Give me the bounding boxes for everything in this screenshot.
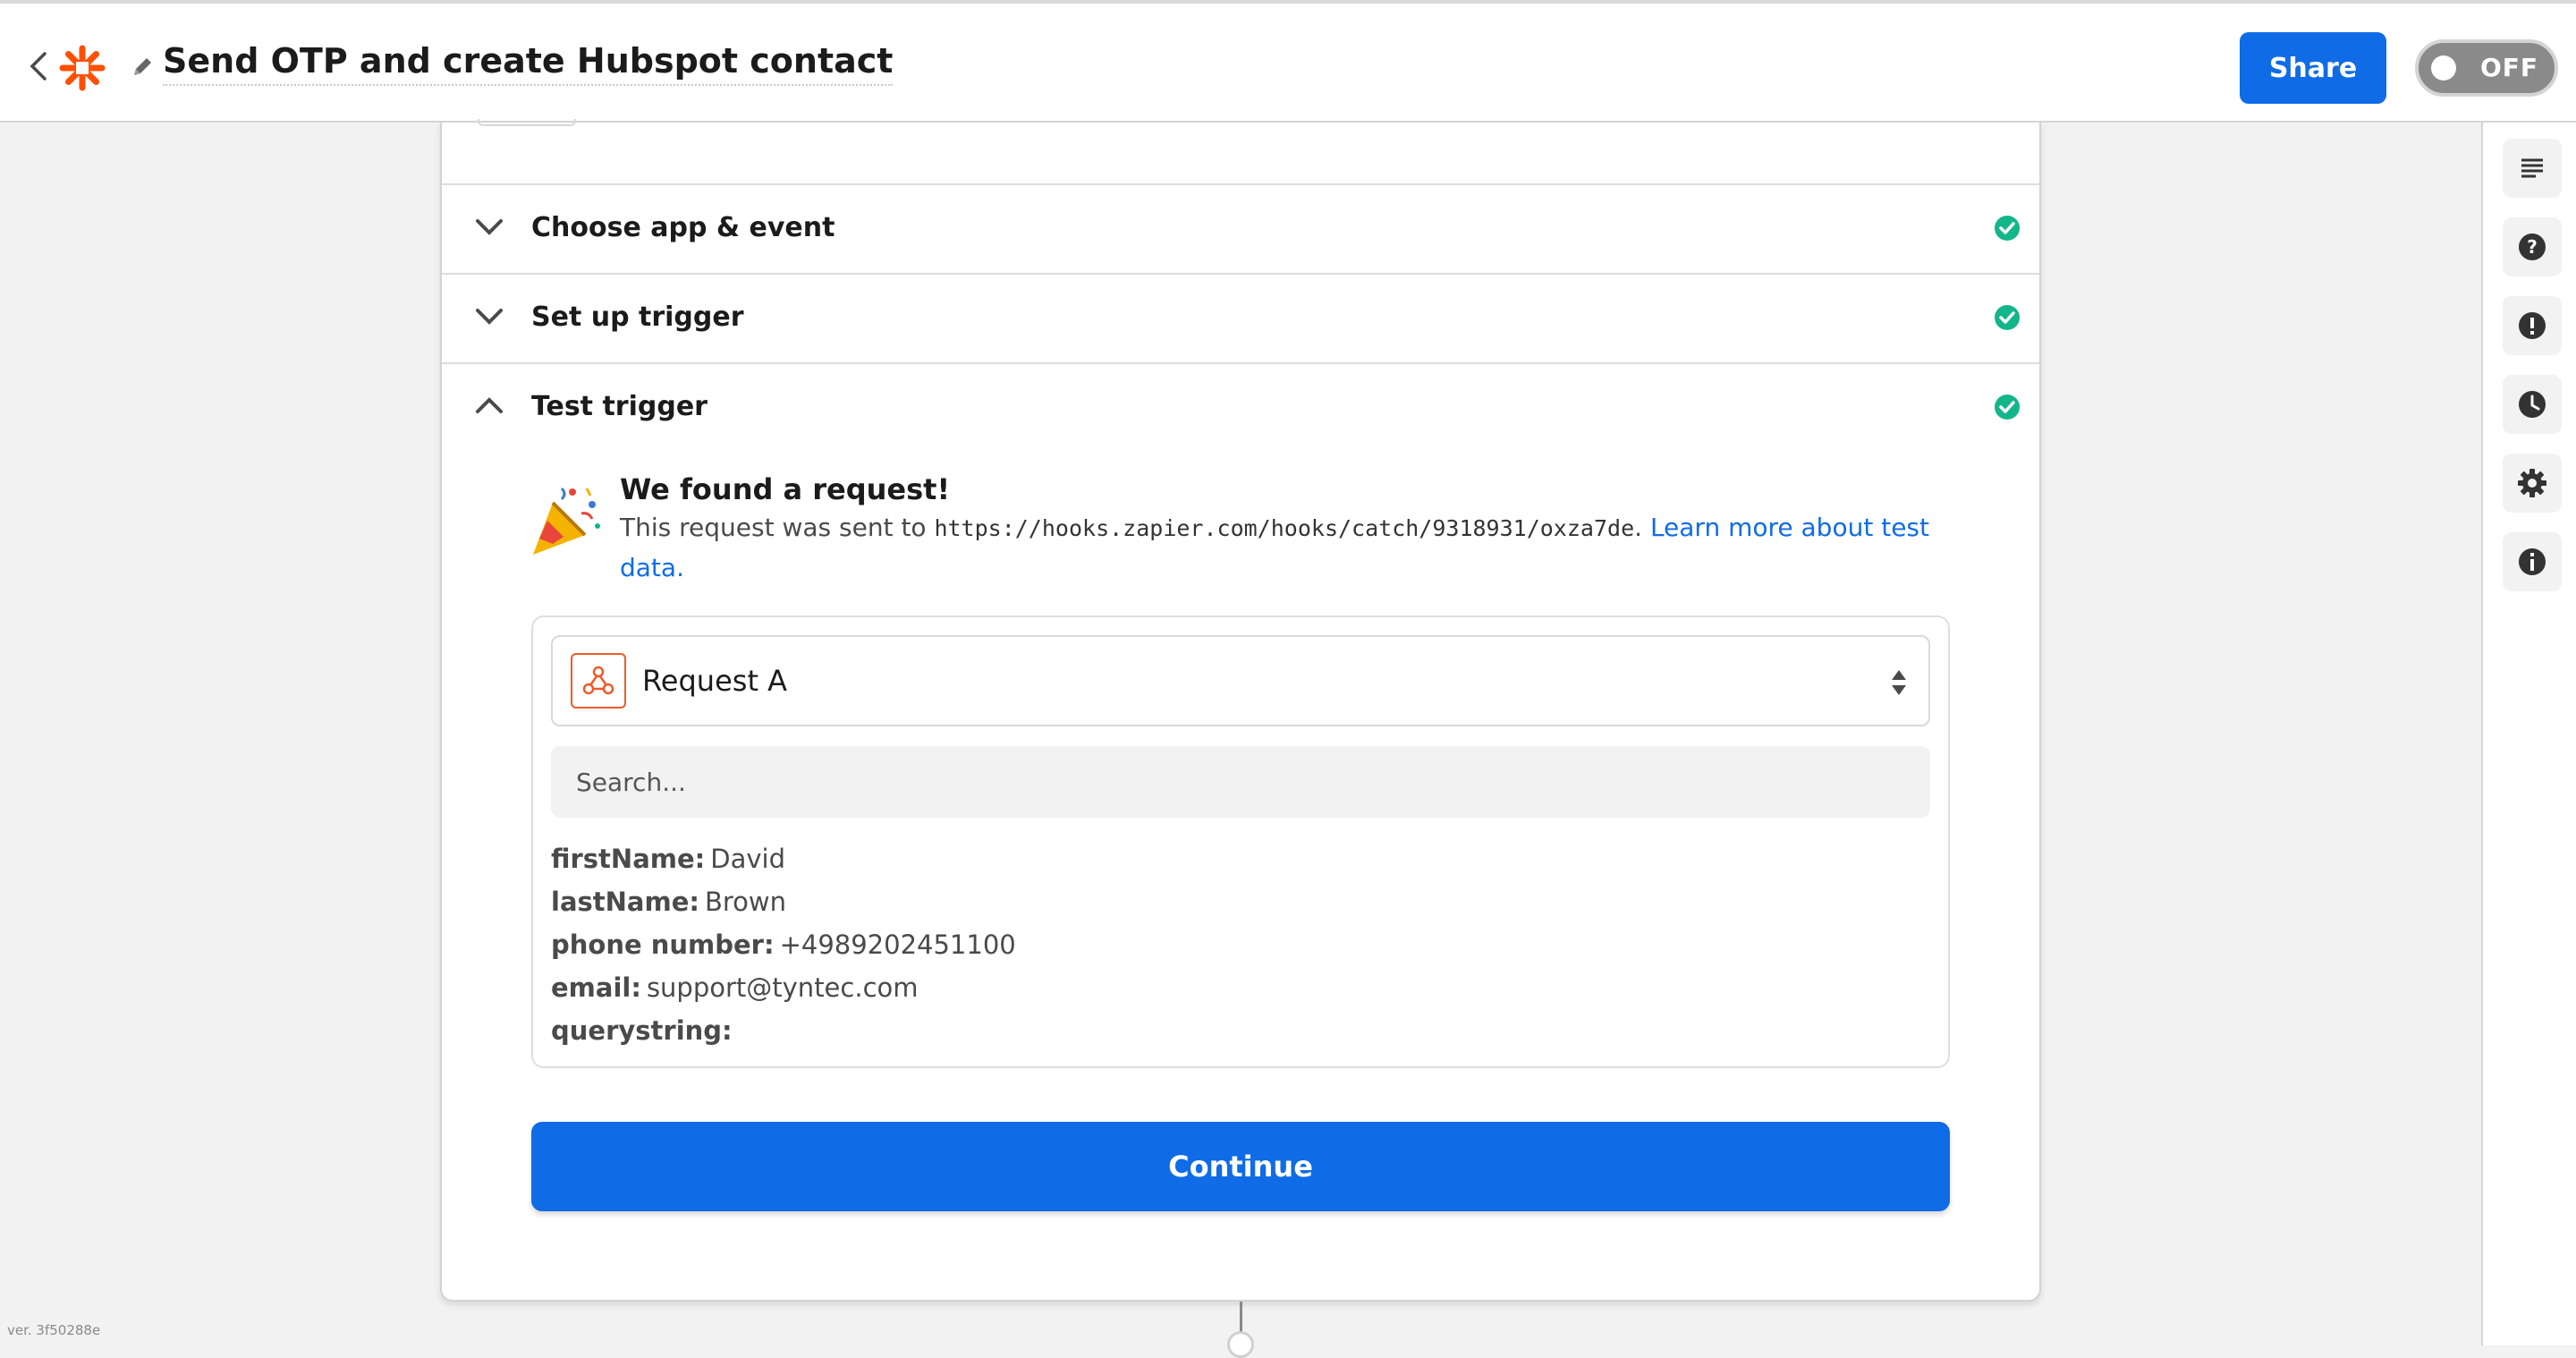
zapier-logo-icon[interactable] xyxy=(59,45,106,91)
field-key: phone number: xyxy=(551,929,775,960)
section-test-trigger[interactable]: Test trigger xyxy=(442,362,2039,452)
description-suffix: . xyxy=(1634,513,1650,542)
field-value: Brown xyxy=(704,887,786,917)
continue-button[interactable]: Continue xyxy=(531,1122,1950,1211)
svg-text:?: ? xyxy=(2527,236,2538,258)
chevron-down-icon xyxy=(476,309,503,325)
info-icon xyxy=(2519,548,2546,575)
alert-icon xyxy=(2519,312,2546,339)
check-circle-icon xyxy=(1995,216,2020,241)
right-sidebar: ? xyxy=(2481,123,2576,1345)
check-circle-icon xyxy=(1995,305,2020,330)
section-label: Test trigger xyxy=(531,391,708,422)
found-request-title: We found a request! xyxy=(620,472,951,506)
chevron-up-icon xyxy=(476,397,503,413)
selected-request: Request A xyxy=(642,664,788,698)
party-popper-icon xyxy=(533,487,600,555)
sort-updown-icon xyxy=(1892,670,1906,695)
request-select[interactable]: Request A xyxy=(551,635,1930,726)
section-setup-trigger[interactable]: Set up trigger xyxy=(442,273,2039,362)
field-row: firstName: David xyxy=(551,837,1928,880)
chevron-down-icon xyxy=(476,219,503,235)
field-key: lastName: xyxy=(551,887,699,917)
field-value: support@tyntec.com xyxy=(646,972,919,1003)
field-row: email: support@tyntec.com xyxy=(551,966,1928,1009)
section-label: Set up trigger xyxy=(531,301,744,333)
field-value: David xyxy=(710,844,785,874)
alerts-button[interactable] xyxy=(2503,296,2562,355)
top-bar: Send OTP and create Hubspot contact Shar… xyxy=(0,0,2576,123)
section-choose-app[interactable]: Choose app & event xyxy=(442,183,2039,273)
search-input[interactable] xyxy=(551,746,1930,818)
request-panel: Request A firstName:David lastName:Brown… xyxy=(531,615,1950,1068)
field-row: lastName: Brown xyxy=(551,880,1928,923)
settings-button[interactable] xyxy=(2503,454,2562,513)
field-row: querystring: xyxy=(551,1009,1928,1052)
share-button[interactable]: Share xyxy=(2240,32,2386,104)
history-icon xyxy=(2519,391,2546,418)
help-icon: ? xyxy=(2519,233,2546,260)
pencil-icon[interactable] xyxy=(131,55,154,79)
add-step-button[interactable] xyxy=(1227,1331,1254,1358)
details-button[interactable] xyxy=(2503,139,2562,198)
description-text: This request was sent to xyxy=(620,513,935,542)
found-request-description: This request was sent to https://hooks.z… xyxy=(620,508,1935,588)
field-value: +4989202451100 xyxy=(779,929,1016,960)
webhook-url: https://hooks.zapier.com/hooks/catch/931… xyxy=(934,515,1635,541)
toggle-label: OFF xyxy=(2479,53,2538,82)
back-chevron-icon[interactable] xyxy=(27,50,50,82)
info-button[interactable] xyxy=(2503,532,2562,591)
collapsed-content-stub xyxy=(478,119,576,126)
zap-on-off-toggle[interactable]: OFF xyxy=(2415,39,2558,97)
field-key: querystring: xyxy=(551,1015,733,1046)
request-fields: firstName: David lastName: Brown phone num… xyxy=(551,837,1928,1052)
webhook-icon xyxy=(571,653,626,709)
field-row: phone number: +4989202451100 xyxy=(551,923,1928,966)
details-icon xyxy=(2521,158,2543,178)
help-button[interactable]: ? xyxy=(2503,217,2562,276)
version-label: ver. 3f50288e xyxy=(7,1322,101,1338)
history-button[interactable] xyxy=(2503,375,2562,434)
toggle-knob xyxy=(2431,55,2456,81)
field-key: firstName: xyxy=(551,844,706,874)
check-circle-icon xyxy=(1995,395,2020,420)
field-key: email: xyxy=(551,972,641,1003)
zap-title[interactable]: Send OTP and create Hubspot contact xyxy=(163,41,894,86)
section-label: Choose app & event xyxy=(531,212,835,243)
settings-icon xyxy=(2518,469,2546,497)
